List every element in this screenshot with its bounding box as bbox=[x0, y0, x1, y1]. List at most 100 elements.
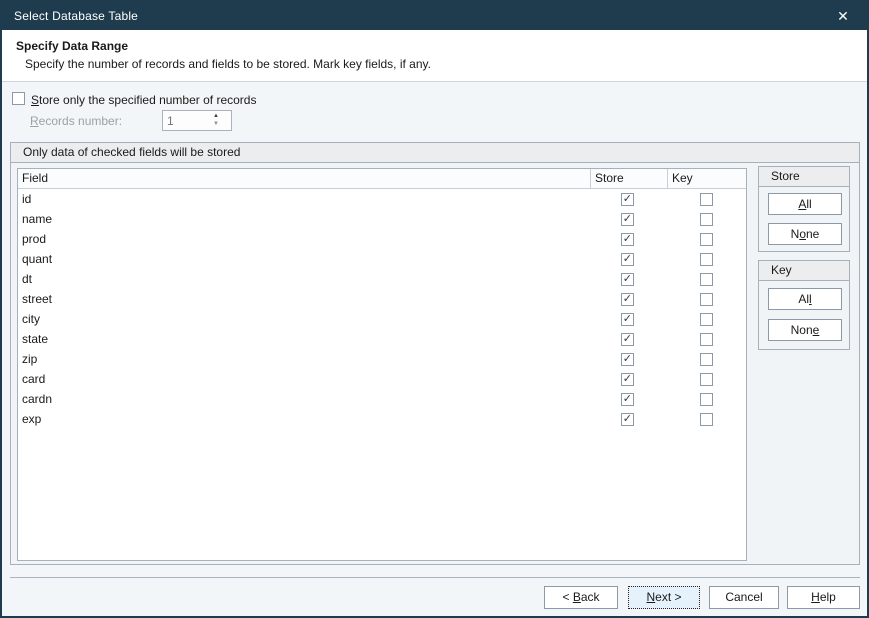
table-row[interactable]: state ✓ bbox=[18, 329, 746, 349]
table-row[interactable]: quant ✓ bbox=[18, 249, 746, 269]
field-name: zip bbox=[18, 349, 588, 369]
store-cell: ✓ bbox=[588, 409, 666, 429]
table-row[interactable]: cardn✓ bbox=[18, 389, 746, 409]
store-checkbox[interactable]: ✓ bbox=[621, 313, 634, 326]
key-cell bbox=[666, 349, 746, 369]
field-name: card bbox=[18, 369, 588, 389]
key-checkbox[interactable] bbox=[700, 273, 713, 286]
key-checkbox[interactable] bbox=[700, 353, 713, 366]
key-cell bbox=[666, 369, 746, 389]
help-button[interactable]: Help bbox=[787, 586, 860, 609]
column-header-field[interactable]: Field bbox=[18, 169, 590, 188]
store-cell: ✓ bbox=[588, 289, 666, 309]
table-body: id ✓ name ✓ prod ✓ quant ✓ dt ✓ street ✓ city ✓ state ✓… bbox=[18, 189, 746, 429]
store-cell: ✓ bbox=[588, 329, 666, 349]
field-name: id bbox=[18, 189, 588, 209]
records-number-value: 1 bbox=[167, 114, 174, 128]
table-row[interactable]: city ✓ bbox=[18, 309, 746, 329]
key-checkbox[interactable] bbox=[700, 253, 713, 266]
field-name: name bbox=[18, 209, 588, 229]
store-checkbox[interactable]: ✓ bbox=[621, 333, 634, 346]
key-none-button[interactable]: None bbox=[768, 319, 842, 341]
store-checkbox[interactable]: ✓ bbox=[621, 373, 634, 386]
cancel-button[interactable]: Cancel bbox=[709, 586, 779, 609]
fields-groupbox: Only data of checked fields will be stor… bbox=[10, 142, 860, 565]
fields-group-title: Only data of checked fields will be stor… bbox=[11, 143, 859, 163]
table-row[interactable]: card ✓ bbox=[18, 369, 746, 389]
key-checkbox[interactable] bbox=[700, 193, 713, 206]
table-row[interactable]: street ✓ bbox=[18, 289, 746, 309]
records-number-label: Records number: bbox=[30, 114, 122, 128]
key-checkbox[interactable] bbox=[700, 233, 713, 246]
store-checkbox[interactable]: ✓ bbox=[621, 393, 634, 406]
fields-table: Field Store Key id✓name✓prod✓quant✓dt✓st… bbox=[17, 168, 747, 561]
back-button[interactable]: < Back bbox=[544, 586, 618, 609]
store-cell: ✓ bbox=[588, 229, 666, 249]
store-checkbox[interactable]: ✓ bbox=[621, 413, 634, 426]
key-cell bbox=[666, 389, 746, 409]
field-name: city bbox=[18, 309, 588, 329]
field-name: quant bbox=[18, 249, 588, 269]
key-checkbox[interactable] bbox=[700, 313, 713, 326]
key-cell bbox=[666, 229, 746, 249]
table-row[interactable]: exp ✓ bbox=[18, 409, 746, 429]
store-checkbox[interactable]: ✓ bbox=[621, 293, 634, 306]
wizard-header: Specify Data Range Specify the number of… bbox=[2, 30, 867, 82]
table-row[interactable]: id ✓ bbox=[18, 189, 746, 209]
field-name: state bbox=[18, 329, 588, 349]
key-checkbox[interactable] bbox=[700, 293, 713, 306]
store-checkbox[interactable]: ✓ bbox=[621, 233, 634, 246]
page-title: Specify Data Range bbox=[16, 39, 128, 53]
store-checkbox[interactable]: ✓ bbox=[621, 213, 634, 226]
key-checkbox[interactable] bbox=[700, 213, 713, 226]
store-checkbox[interactable]: ✓ bbox=[621, 273, 634, 286]
key-all-button[interactable]: All bbox=[768, 288, 842, 310]
table-row[interactable]: zip ✓ bbox=[18, 349, 746, 369]
next-button[interactable]: Next > bbox=[628, 586, 700, 609]
key-cell bbox=[666, 329, 746, 349]
store-records-label[interactable]: Store only the specified number of recor… bbox=[31, 93, 256, 107]
table-header: Field Store Key bbox=[18, 169, 746, 189]
key-cell bbox=[666, 209, 746, 229]
store-group-title: Store bbox=[759, 167, 849, 187]
key-checkbox[interactable] bbox=[700, 373, 713, 386]
store-cell: ✓ bbox=[588, 209, 666, 229]
table-row[interactable]: prod ✓ bbox=[18, 229, 746, 249]
store-all-button[interactable]: All bbox=[768, 193, 842, 215]
spin-down-icon[interactable]: ▼ bbox=[209, 120, 223, 129]
table-row[interactable]: name ✓ bbox=[18, 209, 746, 229]
field-name: exp bbox=[18, 409, 588, 429]
store-cell: ✓ bbox=[588, 309, 666, 329]
store-checkbox[interactable]: ✓ bbox=[621, 353, 634, 366]
key-cell bbox=[666, 269, 746, 289]
store-records-checkbox[interactable] bbox=[12, 92, 25, 105]
key-checkbox[interactable] bbox=[700, 333, 713, 346]
store-checkbox[interactable]: ✓ bbox=[621, 193, 634, 206]
key-checkbox[interactable] bbox=[700, 413, 713, 426]
key-cell bbox=[666, 249, 746, 269]
field-name: dt bbox=[18, 269, 588, 289]
dialog-window: Select Database Table ✕ Specify Data Ran… bbox=[0, 0, 869, 618]
close-icon[interactable]: ✕ bbox=[829, 2, 857, 30]
key-groupbox: Key All None bbox=[758, 260, 850, 350]
store-cell: ✓ bbox=[588, 249, 666, 269]
spin-buttons: ▲ ▼ bbox=[209, 111, 223, 130]
key-cell bbox=[666, 409, 746, 429]
store-checkbox[interactable]: ✓ bbox=[621, 253, 634, 266]
page-subtitle: Specify the number of records and fields… bbox=[25, 57, 431, 71]
key-checkbox[interactable] bbox=[700, 393, 713, 406]
store-cell: ✓ bbox=[588, 369, 666, 389]
field-name: street bbox=[18, 289, 588, 309]
key-cell bbox=[666, 189, 746, 209]
store-cell: ✓ bbox=[588, 189, 666, 209]
store-cell: ✓ bbox=[588, 349, 666, 369]
records-number-input[interactable]: 1 ▲ ▼ bbox=[162, 110, 232, 131]
store-cell: ✓ bbox=[588, 269, 666, 289]
column-header-key[interactable]: Key bbox=[667, 169, 746, 188]
title-bar: Select Database Table ✕ bbox=[2, 2, 867, 30]
store-cell: ✓ bbox=[588, 389, 666, 409]
table-row[interactable]: dt ✓ bbox=[18, 269, 746, 289]
field-name: prod bbox=[18, 229, 588, 249]
store-none-button[interactable]: None bbox=[768, 223, 842, 245]
column-header-store[interactable]: Store bbox=[590, 169, 667, 188]
